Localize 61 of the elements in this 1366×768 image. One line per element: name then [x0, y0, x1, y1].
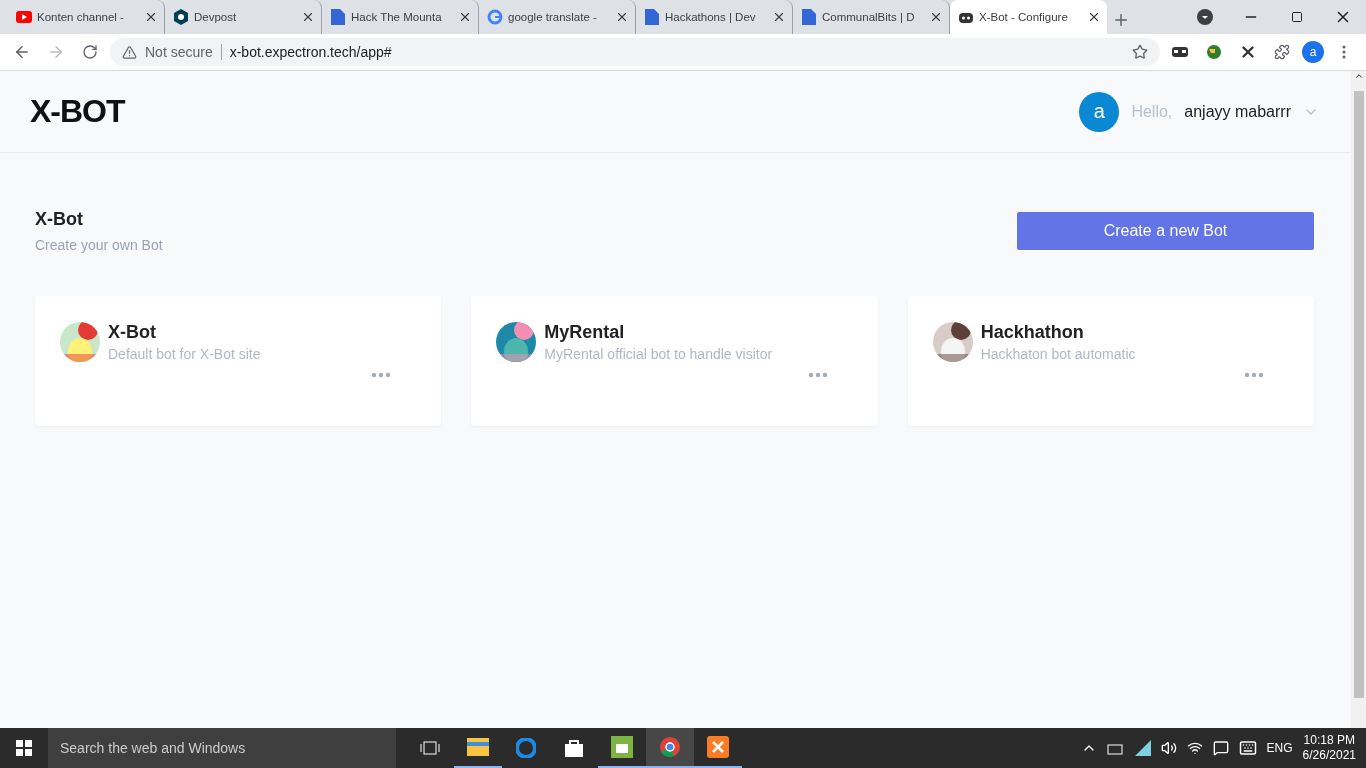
- logo: X-BOT: [30, 93, 125, 130]
- bot-description: Hackhaton bot automatic: [980, 346, 1136, 362]
- close-icon[interactable]: [301, 10, 315, 24]
- section-subtitle: Create your own Bot: [35, 237, 163, 253]
- extensions-icon[interactable]: [1274, 44, 1290, 60]
- task-view-icon[interactable]: [420, 741, 440, 755]
- volume-icon[interactable]: [1160, 740, 1177, 756]
- warning-icon: [122, 44, 137, 60]
- close-icon[interactable]: [615, 10, 629, 24]
- address-bar[interactable]: Not secure x-bot.expectron.tech/app#: [110, 38, 1160, 66]
- globe-icon[interactable]: [1206, 44, 1222, 60]
- scrollbar[interactable]: [1351, 71, 1366, 728]
- keyboard-icon[interactable]: [1238, 739, 1257, 757]
- menu-icon[interactable]: [1342, 44, 1346, 60]
- document-icon: [644, 9, 660, 25]
- document-icon: [330, 9, 346, 25]
- user-avatar[interactable]: a: [1079, 91, 1120, 132]
- mask-icon[interactable]: [1172, 47, 1188, 57]
- new-tab-icon[interactable]: [1112, 11, 1130, 29]
- bot-card[interactable]: Hackhathon Hackhaton bot automatic: [907, 296, 1314, 426]
- clock[interactable]: 10:18 PM 6/26/2021: [1302, 733, 1356, 763]
- video-icon: [16, 9, 32, 25]
- windows-start-icon[interactable]: [16, 740, 32, 756]
- close-icon[interactable]: [772, 10, 786, 24]
- user-name[interactable]: anjayy mabarrr: [1184, 102, 1291, 121]
- x-extension-icon[interactable]: [1239, 43, 1257, 61]
- google-icon: [487, 9, 503, 25]
- document-icon: [801, 9, 817, 25]
- close-icon[interactable]: [458, 10, 472, 24]
- reload-icon[interactable]: [82, 44, 98, 60]
- bot-name: MyRental: [544, 322, 626, 343]
- wifi-icon[interactable]: [1186, 740, 1203, 756]
- restore-icon[interactable]: [1291, 11, 1303, 23]
- bookmark-star-icon[interactable]: [1132, 44, 1148, 60]
- taskbar-search-field[interactable]: Search the web and Windows: [48, 728, 396, 768]
- close-icon[interactable]: [929, 10, 943, 24]
- browser-tab[interactable]: X-Bot - Configure: [950, 0, 1107, 34]
- greeting: Hello,: [1131, 102, 1173, 121]
- xampp-icon[interactable]: [707, 736, 729, 758]
- notification-icon[interactable]: [1212, 740, 1229, 756]
- scroll-up-icon[interactable]: [1353, 71, 1364, 81]
- section-title: X-Bot: [35, 209, 84, 230]
- language-indicator[interactable]: ENG: [1266, 741, 1293, 755]
- url-text: x-bot.expectron.tech/app#: [229, 44, 393, 60]
- store-bag-icon[interactable]: [565, 739, 583, 757]
- bot-name: X-Bot: [108, 322, 157, 343]
- bot-name: Hackhathon: [980, 322, 1085, 343]
- close-icon[interactable]: [1087, 10, 1101, 24]
- close-icon[interactable]: [144, 10, 158, 24]
- bot-description: Default bot for X-Bot site: [108, 346, 261, 362]
- bot-card[interactable]: X-Bot Default bot for X-Bot site: [35, 296, 442, 426]
- create-bot-button[interactable]: Create a new Bot: [1017, 212, 1314, 250]
- hexagon-icon: [173, 9, 189, 25]
- bot-card[interactable]: MyRental MyRental official bot to handle visitor: [471, 296, 878, 426]
- edge-browser-icon[interactable]: [516, 738, 536, 758]
- bot-description: MyRental official bot to handle visitor: [544, 346, 773, 362]
- security-label: Not secure: [145, 44, 222, 60]
- profile-avatar[interactable]: a: [1302, 41, 1324, 63]
- back-icon[interactable]: [13, 43, 31, 61]
- chrome-icon[interactable]: [659, 736, 681, 758]
- tab-search-icon[interactable]: [1197, 9, 1213, 25]
